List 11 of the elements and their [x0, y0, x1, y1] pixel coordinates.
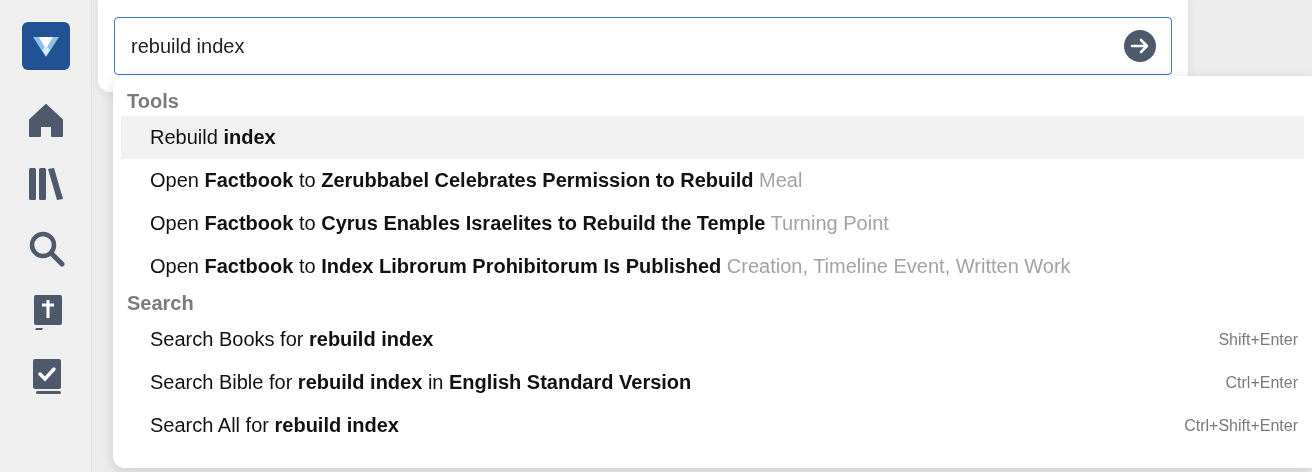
logo-icon[interactable]: [21, 22, 70, 70]
suggestion-item[interactable]: Rebuild index: [121, 116, 1304, 159]
group-heading: Search: [126, 291, 195, 316]
search-field[interactable]: rebuild index: [114, 17, 1172, 75]
suggestion-item[interactable]: Search Books for rebuild index Shift+Enter: [121, 318, 1304, 361]
suggestion-item[interactable]: Open Factbook to Index Librorum Prohibitorum Is Published Creation, Timeline Event, Written Work: [121, 245, 1304, 288]
suggestion-item[interactable]: Open Factbook to Cyrus Enables Israelites to Rebuild the Temple Turning Point: [121, 202, 1304, 245]
suggestion-item[interactable]: Search Bible for rebuild index in English Standard Version Ctrl+Enter: [121, 361, 1304, 404]
suggestion-item[interactable]: Open Factbook to Zerubbabel Celebrates Permission to Rebuild Meal: [121, 159, 1304, 202]
group-heading: Tools: [126, 89, 180, 114]
suggestion-item[interactable]: Search All for rebuild index Ctrl+Shift+Enter: [121, 404, 1304, 447]
